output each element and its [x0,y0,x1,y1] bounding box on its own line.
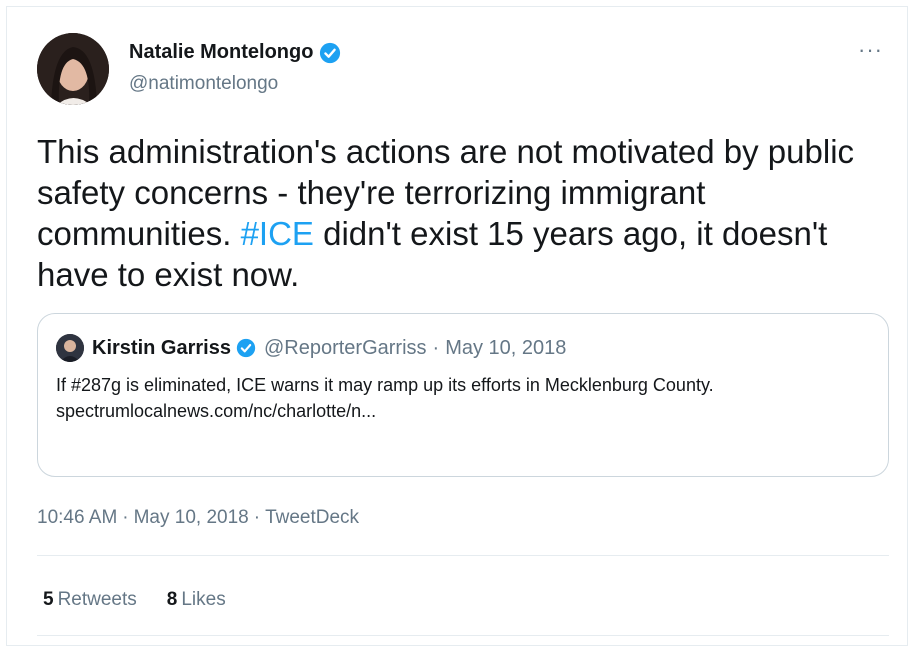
tweet-time[interactable]: 10:46 AM [37,507,117,528]
quoted-author-name[interactable]: Kirstin Garriss [92,337,231,360]
quoted-author-avatar[interactable] [56,334,84,362]
quoted-link[interactable]: spectrumlocalnews.com/nc/charlotte/n... [56,398,856,424]
tweet-text: This administration's actions are not mo… [37,131,887,295]
hashtag-link[interactable]: #ICE [241,215,314,252]
author-name-row[interactable]: Natalie Montelongo [129,41,341,64]
quoted-verified-badge-icon [236,338,256,358]
likes-stat[interactable]: 8 Likes [167,589,226,611]
retweets-count: 5 [43,589,54,610]
divider-bottom [37,635,889,636]
author-handle[interactable]: @natimontelongo [129,73,278,95]
retweets-stat[interactable]: 5 Retweets [43,589,137,611]
likes-label: Likes [181,589,226,610]
author-name[interactable]: Natalie Montelongo [129,41,313,64]
meta-separator-2: · [253,507,261,528]
engagement-stats: 5 Retweets 8 Likes [43,589,256,611]
quoted-date[interactable]: May 10, 2018 [445,337,566,360]
meta-separator-1: · [122,507,129,528]
verified-badge-icon [320,42,341,63]
tweet-date[interactable]: May 10, 2018 [134,507,249,528]
more-options-icon[interactable]: ··· [858,37,883,63]
quoted-tweet-text: If #287g is eliminated, ICE warns it may… [56,372,856,424]
retweets-label: Retweets [57,589,137,610]
likes-count: 8 [166,589,178,610]
author-avatar[interactable] [37,33,109,105]
divider-top [37,555,889,556]
quoted-tweet[interactable]: Kirstin Garriss @ReporterGarriss · May 1… [37,313,889,477]
tweet-metadata: 10:46 AM · May 10, 2018 · TweetDeck [37,507,359,529]
quoted-text: If #287g is eliminated, ICE warns it may… [56,375,714,395]
quoted-author-handle[interactable]: @ReporterGarriss [264,337,427,360]
tweet-source[interactable]: TweetDeck [265,507,359,528]
quoted-separator: · [432,336,440,359]
tweet-card: Natalie Montelongo @natimontelongo ··· T… [6,6,908,646]
quoted-tweet-header: Kirstin Garriss @ReporterGarriss · May 1… [56,334,566,362]
